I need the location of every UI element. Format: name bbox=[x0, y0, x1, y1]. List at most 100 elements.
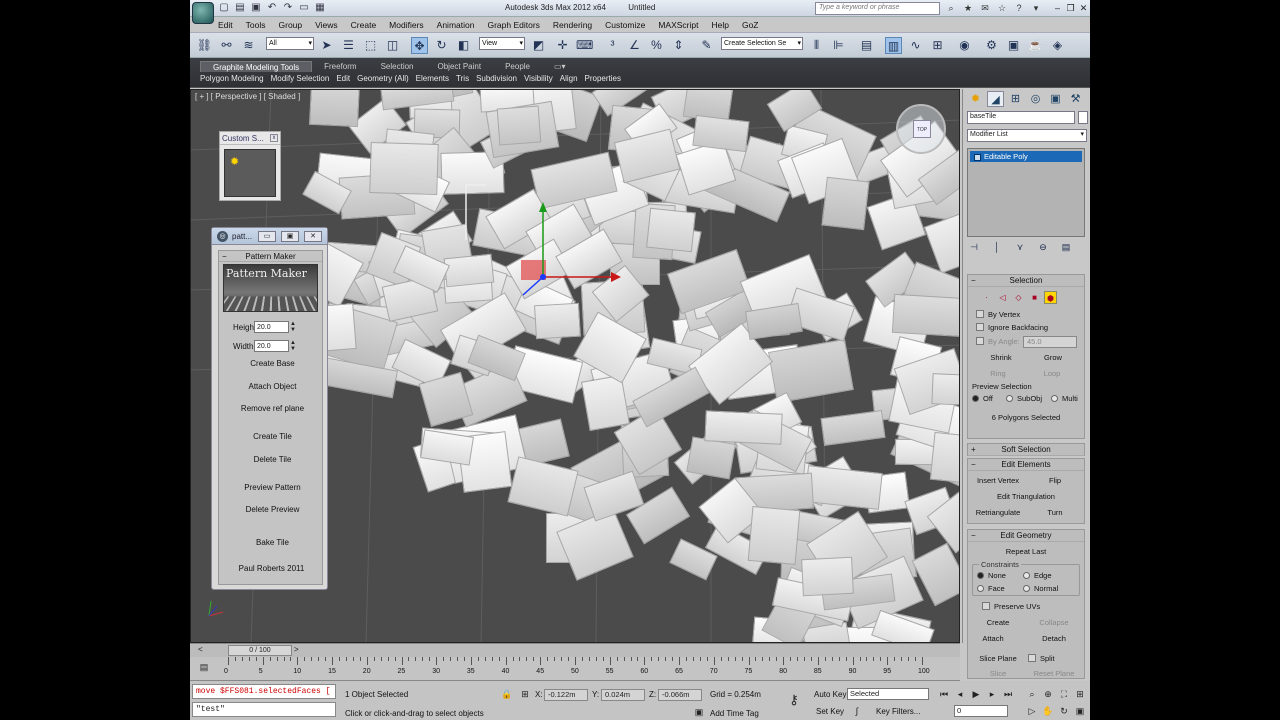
utilities-tab-icon[interactable]: ⚒ bbox=[1067, 91, 1084, 107]
add-time-tag[interactable]: Add Time Tag bbox=[710, 709, 759, 718]
viewcube-top-face[interactable]: TOP bbox=[913, 120, 931, 138]
constraint-none-radio[interactable]: None bbox=[977, 571, 1006, 580]
maxscript-listener-line[interactable]: move $FFS081.selectedFaces [ bbox=[192, 684, 336, 699]
go-to-start-icon[interactable]: ⏮ bbox=[938, 688, 950, 700]
schematic-view-icon[interactable]: ⊞ bbox=[929, 37, 946, 54]
insert-vertex-button[interactable]: Insert Vertex bbox=[970, 474, 1026, 487]
binoculars-icon[interactable]: ⌕ bbox=[945, 2, 957, 14]
select-by-name-icon[interactable]: ☰ bbox=[340, 37, 357, 54]
app-logo-icon[interactable] bbox=[192, 2, 214, 24]
preview-multi-radio[interactable]: Multi bbox=[1051, 394, 1078, 403]
width-spinner-arrows[interactable]: ▲ ▼ bbox=[290, 340, 296, 352]
go-to-end-icon[interactable]: ⏭ bbox=[1002, 688, 1014, 700]
key-mode-dropdown[interactable]: Selected bbox=[847, 688, 929, 700]
edit-elements-header[interactable]: Edit Elements bbox=[968, 459, 1084, 471]
default-tangents-icon[interactable]: ∫ bbox=[851, 705, 863, 717]
zoom-extents-all-icon[interactable]: ⊞ bbox=[1074, 688, 1086, 700]
pan-icon[interactable]: ✋ bbox=[1042, 705, 1054, 717]
constraint-face-radio[interactable]: Face bbox=[977, 584, 1005, 593]
rect-selection-icon[interactable]: ⬚ bbox=[362, 37, 379, 54]
preserve-uvs-checkbox[interactable]: Preserve UVs bbox=[982, 602, 1040, 611]
by-angle-checkbox[interactable]: By Angle: bbox=[976, 337, 1020, 346]
minimize-button[interactable]: – bbox=[1051, 1, 1064, 15]
custom-panel-preview[interactable]: ✹ bbox=[224, 149, 276, 197]
redo-icon[interactable]: ↷ bbox=[282, 2, 294, 14]
configure-sets-icon[interactable]: ▤ bbox=[1059, 241, 1073, 253]
subscription-icon[interactable]: ★ bbox=[962, 2, 974, 14]
project-folder-icon[interactable]: ▦ bbox=[314, 2, 326, 14]
remove-ref-plane-button[interactable]: Remove ref plane bbox=[233, 401, 312, 417]
select-manipulate-icon[interactable]: ✛ bbox=[554, 37, 571, 54]
detach-button[interactable]: Detach bbox=[1028, 632, 1080, 645]
ribbon-tab-graphite[interactable]: Graphite Modeling Tools bbox=[200, 61, 313, 72]
ring-button[interactable]: Ring bbox=[976, 367, 1020, 380]
ribbon-tab-object-paint[interactable]: Object Paint bbox=[426, 61, 494, 72]
ribbon-tab-freeform[interactable]: Freeform bbox=[312, 61, 368, 72]
play-icon[interactable]: ▶ bbox=[970, 688, 982, 700]
reset-plane-button[interactable]: Reset Plane bbox=[1028, 667, 1080, 680]
move-gizmo[interactable] bbox=[461, 180, 621, 340]
ribbon-options-icon[interactable]: ▭▾ bbox=[542, 61, 578, 72]
favorites-icon[interactable]: ☆ bbox=[996, 2, 1008, 14]
ribbon-tab-selection[interactable]: Selection bbox=[369, 61, 426, 72]
collapse-button[interactable]: Collapse bbox=[1028, 616, 1080, 629]
attach-button[interactable]: Attach bbox=[972, 632, 1014, 645]
viewcube[interactable]: TOP bbox=[896, 104, 946, 154]
bake-tile-button[interactable]: Bake Tile bbox=[233, 535, 312, 551]
select-object-icon[interactable]: ➤ bbox=[318, 37, 335, 54]
menu-maxscript[interactable]: MAXScript bbox=[658, 20, 698, 30]
show-end-result-icon[interactable]: │ bbox=[990, 241, 1004, 253]
preview-pattern-button[interactable]: Preview Pattern bbox=[233, 480, 312, 496]
zoom-all-icon[interactable]: ⊕ bbox=[1042, 688, 1054, 700]
prev-frame-icon[interactable]: < bbox=[198, 645, 203, 654]
spinner-snap-icon[interactable]: ⇕ bbox=[670, 37, 687, 54]
menu-customize[interactable]: Customize bbox=[605, 20, 645, 30]
pivot-center-icon[interactable]: ◩ bbox=[530, 37, 547, 54]
vertex-mode-icon[interactable]: · bbox=[980, 291, 993, 304]
close-icon[interactable]: x bbox=[270, 134, 278, 142]
align-icon[interactable]: ⊫ bbox=[830, 37, 847, 54]
minimize-button[interactable]: ▭ bbox=[258, 231, 276, 242]
element-mode-icon[interactable]: ⬢ bbox=[1044, 291, 1057, 304]
rotate-icon[interactable]: ↻ bbox=[433, 37, 450, 54]
panel-visibility[interactable]: Visibility bbox=[524, 74, 553, 83]
communication-icon[interactable]: ✉ bbox=[979, 2, 991, 14]
curve-editor-icon[interactable]: ∿ bbox=[907, 37, 924, 54]
open-file-icon[interactable]: ▤ bbox=[234, 2, 246, 14]
undo-icon[interactable]: ↶ bbox=[266, 2, 278, 14]
modifier-list-dropdown[interactable]: Modifier List bbox=[967, 129, 1087, 142]
slice-button[interactable]: Slice bbox=[972, 667, 1024, 680]
unlink-icon[interactable]: ⚯ bbox=[218, 37, 235, 54]
ref-coord-dropdown[interactable]: View bbox=[479, 37, 525, 50]
help-icon[interactable]: ? bbox=[1013, 2, 1025, 14]
retriangulate-button[interactable]: Retriangulate bbox=[970, 506, 1026, 519]
remove-modifier-icon[interactable]: ⊖ bbox=[1036, 241, 1050, 253]
restore-button[interactable]: ❐ bbox=[1064, 1, 1077, 15]
grow-button[interactable]: Grow bbox=[1028, 351, 1078, 364]
x-coordinate-field[interactable]: -0.122m bbox=[544, 689, 588, 701]
mini-curve-editor-icon[interactable]: ▤ bbox=[198, 661, 210, 673]
next-frame-icon[interactable]: > bbox=[294, 645, 299, 654]
edit-geometry-header[interactable]: Edit Geometry bbox=[968, 530, 1084, 542]
panel-tris[interactable]: Tris bbox=[456, 74, 469, 83]
zoom-icon[interactable]: ⌕ bbox=[1026, 688, 1038, 700]
delete-preview-button[interactable]: Delete Preview bbox=[233, 502, 312, 518]
material-editor-icon[interactable]: ◉ bbox=[956, 37, 973, 54]
menu-goz[interactable]: GoZ bbox=[742, 20, 759, 30]
polygon-mode-icon[interactable]: ■ bbox=[1028, 291, 1041, 304]
create-base-button[interactable]: Create Base bbox=[233, 356, 312, 372]
ribbon-tab-people[interactable]: People bbox=[493, 61, 542, 72]
time-tag-icon[interactable]: ▣ bbox=[693, 706, 705, 718]
shrink-button[interactable]: Shrink bbox=[976, 351, 1026, 364]
panel-edit[interactable]: Edit bbox=[336, 74, 350, 83]
hold-icon[interactable]: ▭ bbox=[298, 2, 310, 14]
maximize-viewport-icon[interactable]: ▣ bbox=[1074, 705, 1086, 717]
scale-icon[interactable]: ◧ bbox=[455, 37, 472, 54]
constraint-normal-radio[interactable]: Normal bbox=[1023, 584, 1058, 593]
menu-tools[interactable]: Tools bbox=[246, 20, 266, 30]
panel-properties[interactable]: Properties bbox=[585, 74, 621, 83]
panel-geometry-all[interactable]: Geometry (All) bbox=[357, 74, 409, 83]
close-button[interactable]: ✕ bbox=[1077, 1, 1090, 15]
panel-elements[interactable]: Elements bbox=[416, 74, 449, 83]
perspective-viewport[interactable]: [ + ] [ Perspective ] [ Shaded ] TOP Cus… bbox=[190, 89, 960, 643]
